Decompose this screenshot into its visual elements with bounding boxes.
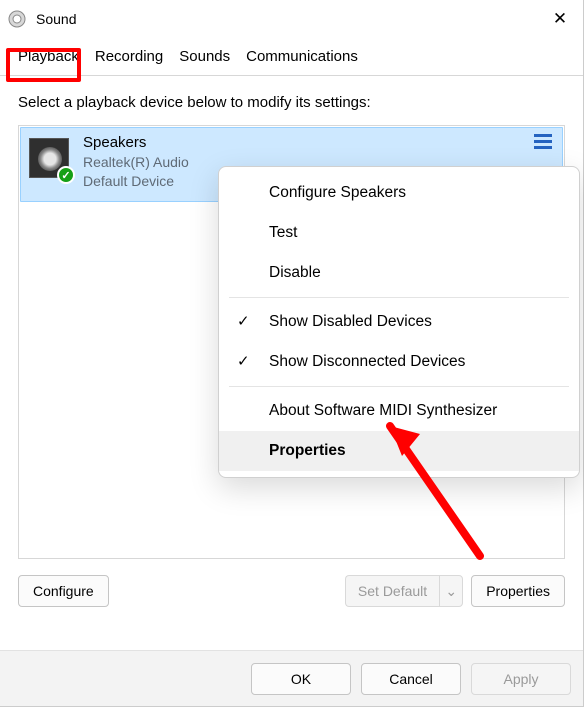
cm-test[interactable]: Test bbox=[219, 213, 579, 253]
device-text: Speakers Realtek(R) Audio Default Device bbox=[83, 134, 189, 191]
device-name: Speakers bbox=[83, 134, 189, 151]
chevron-down-icon: ⌄ bbox=[445, 583, 457, 600]
instruction-text: Select a playback device below to modify… bbox=[18, 94, 565, 111]
cm-disable[interactable]: Disable bbox=[219, 253, 579, 293]
set-default-button[interactable]: Set Default bbox=[345, 575, 439, 607]
cm-separator-1 bbox=[229, 297, 569, 298]
cm-configure-speakers[interactable]: Configure Speakers bbox=[219, 173, 579, 213]
sound-icon bbox=[8, 10, 26, 28]
set-default-dropdown[interactable]: ⌄ bbox=[439, 575, 463, 607]
ok-button[interactable]: OK bbox=[251, 663, 351, 695]
cm-label: Show Disconnected Devices bbox=[269, 353, 465, 371]
cm-show-disabled[interactable]: ✓ Show Disabled Devices bbox=[219, 302, 579, 342]
hamburger-icon[interactable] bbox=[534, 134, 552, 149]
window-title: Sound bbox=[36, 11, 537, 27]
cancel-button[interactable]: Cancel bbox=[361, 663, 461, 695]
properties-button[interactable]: Properties bbox=[471, 575, 565, 607]
check-icon: ✓ bbox=[237, 352, 250, 370]
tab-recording[interactable]: Recording bbox=[87, 38, 171, 75]
tab-strip: Playback Recording Sounds Communications bbox=[0, 38, 583, 76]
cm-label: Show Disabled Devices bbox=[269, 313, 432, 331]
configure-button[interactable]: Configure bbox=[18, 575, 109, 607]
context-menu: Configure Speakers Test Disable ✓ Show D… bbox=[218, 166, 580, 478]
cm-separator-2 bbox=[229, 386, 569, 387]
dialog-footer: OK Cancel Apply bbox=[0, 650, 583, 706]
close-icon: ✕ bbox=[553, 9, 567, 29]
device-driver: Realtek(R) Audio bbox=[83, 153, 189, 172]
cm-show-disconnected[interactable]: ✓ Show Disconnected Devices bbox=[219, 342, 579, 382]
tab-sounds[interactable]: Sounds bbox=[171, 38, 238, 75]
default-check-icon: ✓ bbox=[57, 166, 75, 184]
cm-about-midi[interactable]: About Software MIDI Synthesizer bbox=[219, 391, 579, 431]
close-button[interactable]: ✕ bbox=[537, 0, 583, 38]
tab-communications[interactable]: Communications bbox=[238, 38, 366, 75]
apply-button[interactable]: Apply bbox=[471, 663, 571, 695]
cm-properties[interactable]: Properties bbox=[219, 431, 579, 471]
device-status: Default Device bbox=[83, 172, 189, 191]
title-bar: Sound ✕ bbox=[0, 0, 583, 38]
check-icon: ✓ bbox=[237, 312, 250, 330]
button-row: Configure Set Default ⌄ Properties bbox=[18, 559, 565, 607]
set-default-split-button: Set Default ⌄ bbox=[345, 575, 463, 607]
device-icon-wrap: ✓ bbox=[29, 138, 69, 178]
